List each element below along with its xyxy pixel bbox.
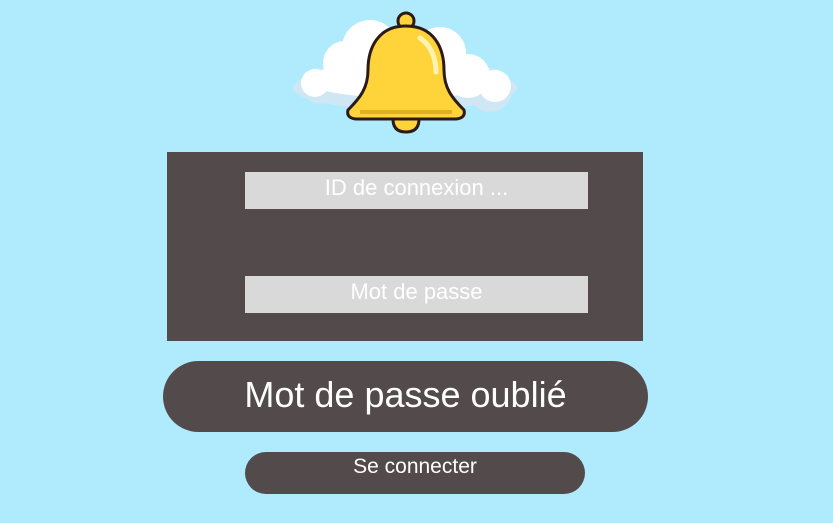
login-panel xyxy=(167,152,643,341)
connect-button[interactable]: Se connecter xyxy=(245,452,585,494)
password-input[interactable] xyxy=(245,276,588,313)
forgot-password-button[interactable]: Mot de passe oublié xyxy=(163,361,648,432)
bell-icon xyxy=(293,11,517,134)
login-id-input[interactable] xyxy=(245,172,588,209)
